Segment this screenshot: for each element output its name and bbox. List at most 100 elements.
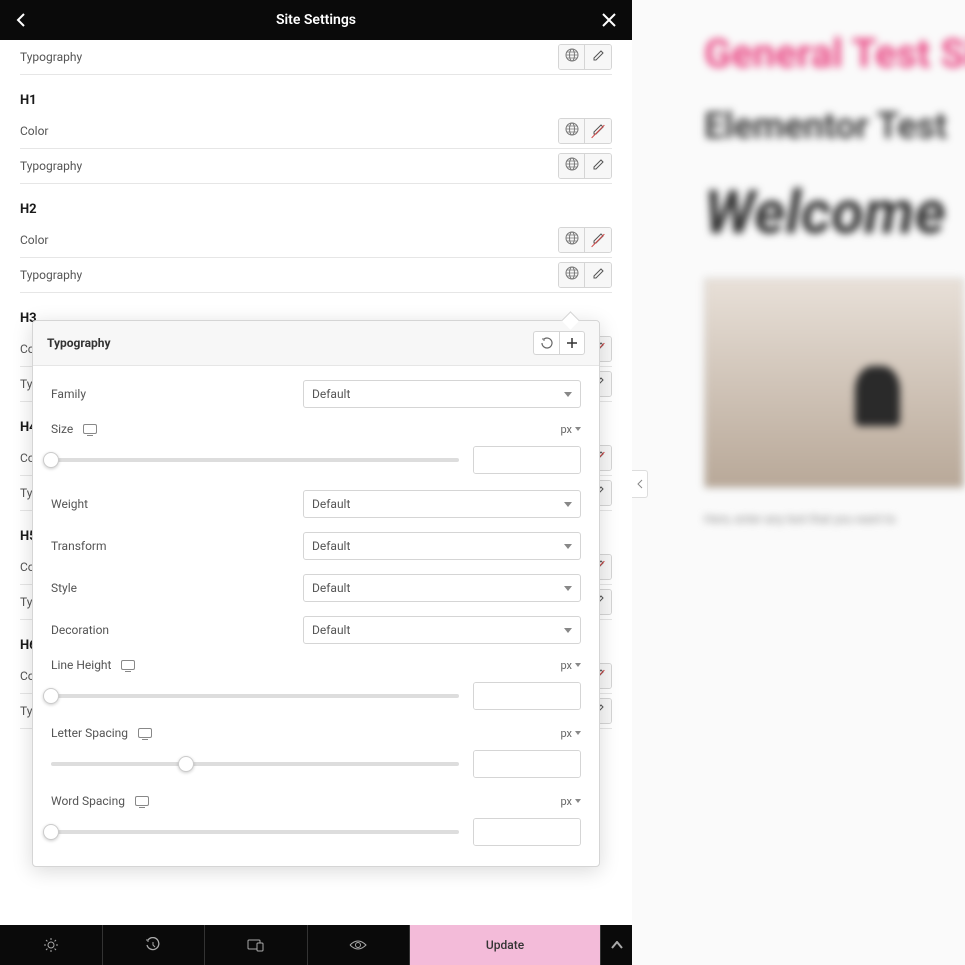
- edit-button[interactable]: [585, 154, 611, 178]
- word-spacing-input[interactable]: [474, 819, 581, 845]
- word-spacing-unit-select[interactable]: px: [560, 795, 581, 808]
- chevron-down-icon: [564, 502, 572, 507]
- add-button[interactable]: [559, 331, 585, 355]
- edit-button[interactable]: [585, 119, 611, 143]
- word-spacing-label: Word Spacing: [51, 794, 125, 808]
- decoration-select[interactable]: Default: [303, 616, 581, 644]
- chevron-down-icon: [564, 586, 572, 591]
- back-button[interactable]: [16, 13, 26, 27]
- preview-heading-1: General Test Site: [704, 30, 965, 77]
- panel-title: Site Settings: [276, 12, 356, 28]
- size-input[interactable]: [474, 447, 581, 473]
- slider-thumb[interactable]: [43, 452, 59, 468]
- chevron-down-icon: [564, 544, 572, 549]
- edit-button[interactable]: [585, 263, 611, 287]
- update-button[interactable]: Update: [410, 925, 600, 965]
- undo-icon: [541, 337, 553, 349]
- setting-row: Typography: [20, 149, 612, 184]
- update-options-button[interactable]: [600, 925, 632, 965]
- pencil-icon: [592, 267, 605, 284]
- close-icon: [602, 13, 616, 27]
- globe-button[interactable]: [559, 119, 585, 143]
- globe-button[interactable]: [559, 45, 585, 69]
- transform-select[interactable]: Default: [303, 532, 581, 560]
- slider-thumb[interactable]: [178, 756, 194, 772]
- letter-spacing-label: Letter Spacing: [51, 726, 128, 740]
- style-select[interactable]: Default: [303, 574, 581, 602]
- plus-icon: [566, 337, 578, 349]
- globe-icon: [565, 266, 579, 284]
- pencil-icon: [592, 49, 605, 66]
- chevron-down-icon: [564, 392, 572, 397]
- history-icon: [145, 937, 161, 953]
- pencil-icon: [592, 232, 605, 249]
- edit-button[interactable]: [585, 228, 611, 252]
- size-slider[interactable]: [51, 458, 459, 462]
- popover-title: Typography: [47, 336, 111, 350]
- edit-button[interactable]: [585, 45, 611, 69]
- letter-spacing-unit-select[interactable]: px: [560, 727, 581, 740]
- size-label: Size: [51, 422, 73, 436]
- size-unit-select[interactable]: px: [560, 423, 581, 436]
- chevron-left-icon: [16, 13, 26, 27]
- family-label: Family: [51, 387, 86, 401]
- gear-icon: [43, 937, 59, 953]
- setting-label: Typography: [20, 268, 82, 282]
- setting-row: Typography: [20, 40, 612, 75]
- setting-row: Color: [20, 114, 612, 149]
- panel-header: Site Settings: [0, 0, 632, 40]
- close-button[interactable]: [602, 13, 616, 27]
- preview-heading-2: Elementor Test: [704, 105, 965, 147]
- panel-footer: Update: [0, 925, 632, 965]
- pencil-icon: [592, 123, 605, 140]
- family-select[interactable]: Default: [303, 380, 581, 408]
- line-height-unit-select[interactable]: px: [560, 659, 581, 672]
- responsive-footer-button[interactable]: [205, 925, 308, 965]
- letter-spacing-input[interactable]: [474, 751, 581, 777]
- typography-popover: Typography Family Default: [32, 320, 600, 867]
- collapse-panel-toggle[interactable]: [632, 470, 648, 498]
- slider-thumb[interactable]: [43, 688, 59, 704]
- letter-spacing-slider[interactable]: [51, 762, 459, 766]
- eye-icon: [349, 939, 367, 951]
- preview-body-text: Here, enter any text that you want to: [704, 512, 965, 526]
- transform-label: Transform: [51, 539, 107, 553]
- preview-footer-button[interactable]: [308, 925, 411, 965]
- desktop-icon[interactable]: [83, 424, 97, 434]
- desktop-icon[interactable]: [121, 660, 135, 670]
- chevron-down-icon: [575, 799, 581, 803]
- history-footer-button[interactable]: [103, 925, 206, 965]
- line-height-input[interactable]: [474, 683, 581, 709]
- desktop-icon[interactable]: [138, 728, 152, 738]
- desktop-icon[interactable]: [135, 796, 149, 806]
- globe-icon: [565, 231, 579, 249]
- line-height-label: Line Height: [51, 658, 111, 672]
- section-heading-h2: H2: [20, 184, 612, 223]
- chevron-up-icon: [611, 941, 623, 949]
- setting-row: Typography: [20, 258, 612, 293]
- section-heading-h1: H1: [20, 75, 612, 114]
- weight-label: Weight: [51, 497, 88, 511]
- globe-icon: [565, 122, 579, 140]
- setting-label: Color: [20, 124, 48, 138]
- preview-image: [704, 278, 964, 488]
- chevron-down-icon: [575, 731, 581, 735]
- globe-button[interactable]: [559, 154, 585, 178]
- word-spacing-slider[interactable]: [51, 830, 459, 834]
- globe-button[interactable]: [559, 228, 585, 252]
- decoration-label: Decoration: [51, 623, 109, 637]
- setting-row: Color: [20, 223, 612, 258]
- settings-footer-button[interactable]: [0, 925, 103, 965]
- family-value: Default: [312, 387, 350, 401]
- weight-select[interactable]: Default: [303, 490, 581, 518]
- line-height-slider[interactable]: [51, 694, 459, 698]
- page-preview: General Test Site Elementor Test Welcome…: [632, 0, 965, 965]
- setting-label: Typography: [20, 159, 82, 173]
- slider-thumb[interactable]: [43, 824, 59, 840]
- pencil-icon: [592, 158, 605, 175]
- reset-button[interactable]: [533, 331, 559, 355]
- style-label: Style: [51, 581, 77, 595]
- chevron-down-icon: [564, 628, 572, 633]
- globe-button[interactable]: [559, 263, 585, 287]
- chevron-down-icon: [575, 663, 581, 667]
